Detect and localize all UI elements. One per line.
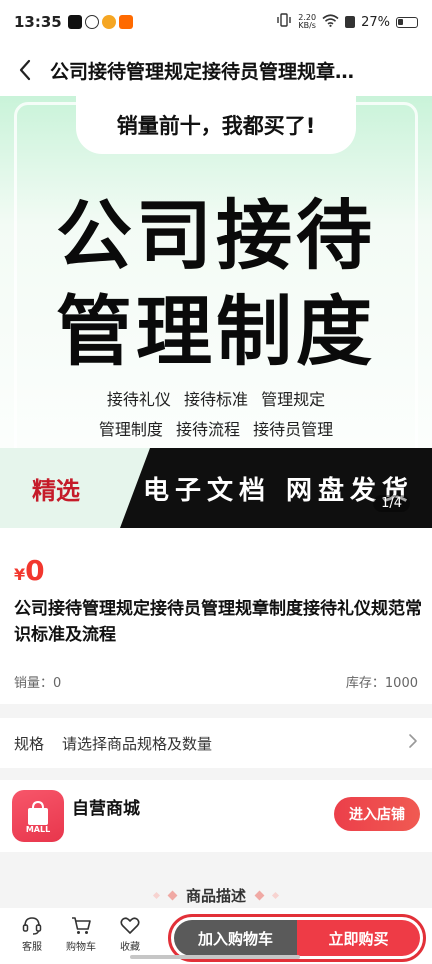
shopping-bag-icon — [28, 800, 48, 825]
banner-bottom-band: 精选 电子文档 网盘发货 — [0, 448, 432, 528]
status-bar: 13:35 2.20 KB/s 27% — [0, 0, 432, 44]
price: ¥0 — [14, 554, 45, 587]
product-title: 公司接待管理规定接待员管理规章制度接待礼仪规范常识标准及流程 — [14, 599, 422, 645]
net-speed: 2.20 KB/s — [298, 14, 316, 30]
sim-icon — [345, 16, 356, 28]
cart-icon — [72, 917, 91, 934]
diamond-decoration — [271, 891, 280, 899]
spec-label: 规格 — [14, 734, 45, 753]
weibo-icon — [101, 15, 116, 29]
diamond-decoration — [254, 890, 265, 900]
chevron-left-icon — [19, 59, 31, 81]
favorite-label: 收藏 — [120, 942, 140, 953]
sales-count: 销量：0 — [14, 676, 62, 691]
product-image-carousel[interactable]: 销量前十，我都买了! 公司接待 管理制度 接待礼仪 接待标准 管理规定 管理制度… — [0, 96, 432, 528]
stock-count: 库存：1000 — [345, 676, 418, 691]
currency-symbol: ¥ — [14, 565, 26, 584]
spec-value: 请选择商品规格及数量 — [62, 734, 213, 753]
description-title: 商品描述 — [185, 886, 246, 905]
nav-header: 公司接待管理规定接待员管理规章… — [0, 44, 432, 96]
purchase-actions-inner: 加入购物车 立即购买 — [174, 920, 420, 956]
shop-row: MALL 自营商城 进入店铺 — [0, 780, 432, 852]
favorite-button[interactable]: 收藏 — [110, 914, 150, 953]
banner-band-text: 电子文档 网盘发货 — [120, 448, 432, 528]
diamond-decoration — [152, 891, 161, 899]
headset-icon — [22, 917, 42, 935]
banner-headline-2: 管理制度 — [56, 287, 376, 376]
app-icon — [84, 15, 99, 29]
notification-icons — [67, 15, 133, 29]
buy-now-button[interactable]: 立即购买 — [297, 920, 420, 956]
status-time: 13:35 — [14, 13, 62, 31]
taobao-icon — [118, 15, 133, 29]
description-heading: 商品描述 — [0, 880, 432, 910]
page-title: 公司接待管理规定接待员管理规章… — [50, 60, 355, 83]
banner-tagline: 销量前十，我都买了! — [76, 96, 356, 154]
status-right: 2.20 KB/s 27% — [276, 13, 418, 31]
tiktok-icon — [67, 15, 82, 29]
add-to-cart-button[interactable]: 加入购物车 — [174, 920, 297, 956]
cart-button[interactable]: 购物车 — [61, 914, 101, 953]
shop-name[interactable]: 自营商城 — [72, 794, 140, 819]
shop-logo[interactable]: MALL — [12, 790, 64, 842]
enter-shop-button[interactable]: 进入店铺 — [334, 797, 420, 831]
banner-headline-1: 公司接待 — [56, 191, 376, 280]
home-indicator[interactable] — [130, 955, 300, 959]
shop-logo-text: MALL — [25, 824, 51, 834]
price-value: 0 — [25, 554, 45, 587]
battery-level: 27% — [361, 14, 390, 30]
back-button[interactable] — [0, 44, 50, 96]
battery-icon — [396, 16, 418, 28]
chevron-right-icon — [408, 733, 418, 753]
diamond-decoration — [167, 890, 178, 900]
customer-service-label: 客服 — [22, 942, 42, 953]
heart-icon — [120, 917, 140, 934]
banner-keywords-2: 管理制度 接待流程 接待员管理 — [98, 420, 334, 439]
vibrate-icon — [276, 13, 292, 31]
customer-service-button[interactable]: 客服 — [12, 914, 52, 953]
net-speed-unit: KB/s — [298, 21, 316, 30]
carousel-counter: 1/4 — [373, 495, 410, 512]
wifi-icon — [322, 13, 339, 31]
product-info: ¥0 公司接待管理规定接待员管理规章制度接待礼仪规范常识标准及流程 销量：0 库… — [0, 528, 432, 704]
banner-keywords-1: 接待礼仪 接待标准 管理规定 — [106, 390, 326, 409]
cart-label: 购物车 — [66, 942, 96, 953]
spec-selector[interactable]: 规格 请选择商品规格及数量 — [0, 718, 432, 768]
